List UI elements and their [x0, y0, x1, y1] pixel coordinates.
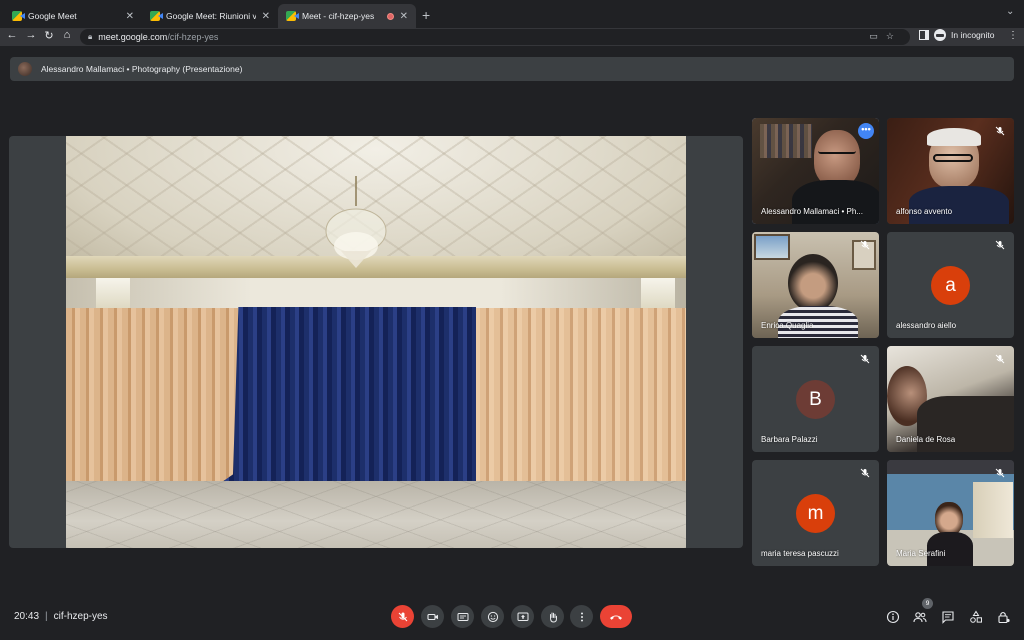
participant-tile[interactable]: ••• Alessandro Mallamaci • Ph... — [752, 118, 879, 224]
participant-name: alessandro aiello — [896, 321, 957, 330]
camera-toggle-button[interactable] — [421, 605, 444, 628]
tab-google-meet-riunioni[interactable]: Google Meet: Riunioni video e ✕ — [142, 4, 278, 28]
separator: | — [45, 611, 48, 622]
meeting-info: 20:43 | cif-hzep-yes — [14, 611, 108, 622]
camera-and-bookmark-icons[interactable]: ▭☆ — [869, 31, 902, 42]
participant-name: Barbara Palazzi — [761, 435, 818, 444]
participant-name: maria teresa pascuzzi — [761, 549, 839, 558]
presenter-avatar — [18, 62, 32, 76]
tab-google-meet[interactable]: Google Meet ✕ — [4, 4, 142, 28]
close-tab-icon[interactable]: ✕ — [262, 11, 270, 22]
emoji-reactions-button[interactable] — [481, 605, 504, 628]
participant-tile[interactable]: alfonso avvento — [887, 118, 1014, 224]
chat-button[interactable] — [940, 609, 956, 625]
activities-shapes-icon — [970, 610, 982, 623]
address-bar[interactable]: 🔒︎ meet.google.com/cif-hzep-yes ▭☆ — [80, 29, 910, 45]
url-host: meet.google.com — [98, 32, 168, 42]
emoji-icon — [487, 611, 498, 622]
forward-arrow-icon[interactable]: → — [24, 29, 38, 41]
tab-meet-active[interactable]: Meet - cif-hzep-yes ✕ — [278, 4, 416, 28]
participant-tile[interactable]: B Barbara Palazzi — [752, 346, 879, 452]
more-options-button[interactable] — [570, 605, 593, 628]
activities-button[interactable] — [968, 609, 984, 625]
incognito-label: In incognito — [951, 30, 995, 40]
new-tab-button[interactable]: + — [422, 7, 430, 23]
lock-icon: 🔒︎ — [88, 32, 93, 41]
mic-off-icon — [995, 354, 1005, 364]
mic-off-icon — [995, 240, 1005, 250]
tab-title: Google Meet — [28, 11, 77, 21]
people-icon — [913, 612, 927, 623]
participant-name: Enrica Quaglia — [761, 321, 814, 330]
chat-icon — [942, 611, 954, 624]
photo-chandelier — [325, 176, 387, 268]
video-camera-icon — [426, 613, 438, 620]
more-vert-icon — [580, 612, 583, 621]
meeting-code: cif-hzep-yes — [53, 611, 108, 622]
mic-off-icon — [860, 354, 870, 364]
mic-off-icon — [995, 468, 1005, 478]
photo-curtain-right — [466, 308, 686, 488]
captions-button[interactable] — [451, 605, 474, 628]
meet-favicon-icon — [286, 11, 296, 21]
back-arrow-icon[interactable]: ← — [5, 29, 19, 41]
participant-avatar: B — [796, 380, 835, 419]
recording-indicator-icon — [386, 12, 394, 20]
browser-toolbar: ← → ↻ ⌂ 🔒︎ meet.google.com/cif-hzep-yes … — [0, 28, 1024, 46]
side-panel-icon[interactable] — [919, 30, 929, 40]
tab-title: Google Meet: Riunioni video e — [166, 11, 256, 21]
present-now-button[interactable] — [511, 605, 534, 628]
presentation-title: Alessandro Mallamaci • Photography (Pres… — [41, 64, 243, 74]
participant-tile[interactable]: Maria Serafini — [887, 460, 1014, 566]
hang-up-icon — [610, 615, 622, 620]
leave-call-button[interactable] — [600, 605, 632, 628]
browser-tab-strip: Google Meet ✕ Google Meet: Riunioni vide… — [0, 0, 1024, 28]
reload-icon[interactable]: ↻ — [42, 29, 56, 42]
home-icon[interactable]: ⌂ — [60, 29, 74, 41]
tab-search-chevron-icon[interactable]: ⌄ — [1006, 6, 1014, 17]
photo-curtain-blue — [206, 307, 476, 493]
mic-off-icon — [860, 468, 870, 478]
mic-off-icon — [398, 612, 407, 621]
presentation-banner: Alessandro Mallamaci • Photography (Pres… — [10, 57, 1014, 81]
tab-title: Meet - cif-hzep-yes — [302, 11, 375, 21]
lock-person-icon — [998, 611, 1010, 624]
participant-tile[interactable]: m maria teresa pascuzzi — [752, 460, 879, 566]
url-path: /cif-hzep-yes — [167, 32, 219, 42]
shared-screen-photograph — [66, 136, 686, 548]
meet-favicon-icon — [12, 11, 22, 21]
people-button[interactable] — [912, 609, 928, 625]
mic-off-icon — [860, 240, 870, 250]
participant-name: Alessandro Mallamaci • Ph... — [761, 207, 863, 216]
close-tab-icon[interactable]: ✕ — [126, 11, 134, 22]
incognito-icon — [934, 29, 946, 41]
incognito-indicator[interactable]: In incognito — [934, 29, 994, 41]
host-controls-button[interactable] — [996, 609, 1012, 625]
browser-menu-icon[interactable]: ⋮ — [1008, 30, 1018, 41]
participant-name: Maria Serafini — [896, 549, 946, 558]
more-options-button[interactable]: ••• — [858, 123, 874, 139]
participant-tile[interactable]: a alessandro aiello — [887, 232, 1014, 338]
participant-count-badge: 9 — [922, 598, 933, 609]
close-tab-icon[interactable]: ✕ — [400, 11, 408, 22]
info-icon — [886, 610, 900, 624]
participant-name: alfonso avvento — [896, 207, 953, 216]
mic-toggle-button[interactable] — [391, 605, 414, 628]
meeting-details-button[interactable] — [885, 609, 901, 625]
participant-name: Daniela de Rosa — [896, 435, 956, 444]
participant-tile[interactable]: Daniela de Rosa — [887, 346, 1014, 452]
participant-avatar: m — [796, 494, 835, 533]
closed-captions-icon — [457, 612, 468, 621]
present-screen-icon — [517, 612, 528, 621]
raise-hand-button[interactable] — [541, 605, 564, 628]
participant-avatar: a — [931, 266, 970, 305]
participant-tile[interactable]: Enrica Quaglia — [752, 232, 879, 338]
photo-curtain-left — [66, 308, 238, 488]
meet-favicon-icon — [150, 11, 160, 21]
current-time: 20:43 — [14, 611, 40, 622]
raise-hand-icon — [549, 612, 557, 623]
photo-floor — [66, 481, 686, 548]
mic-off-icon — [995, 126, 1005, 136]
